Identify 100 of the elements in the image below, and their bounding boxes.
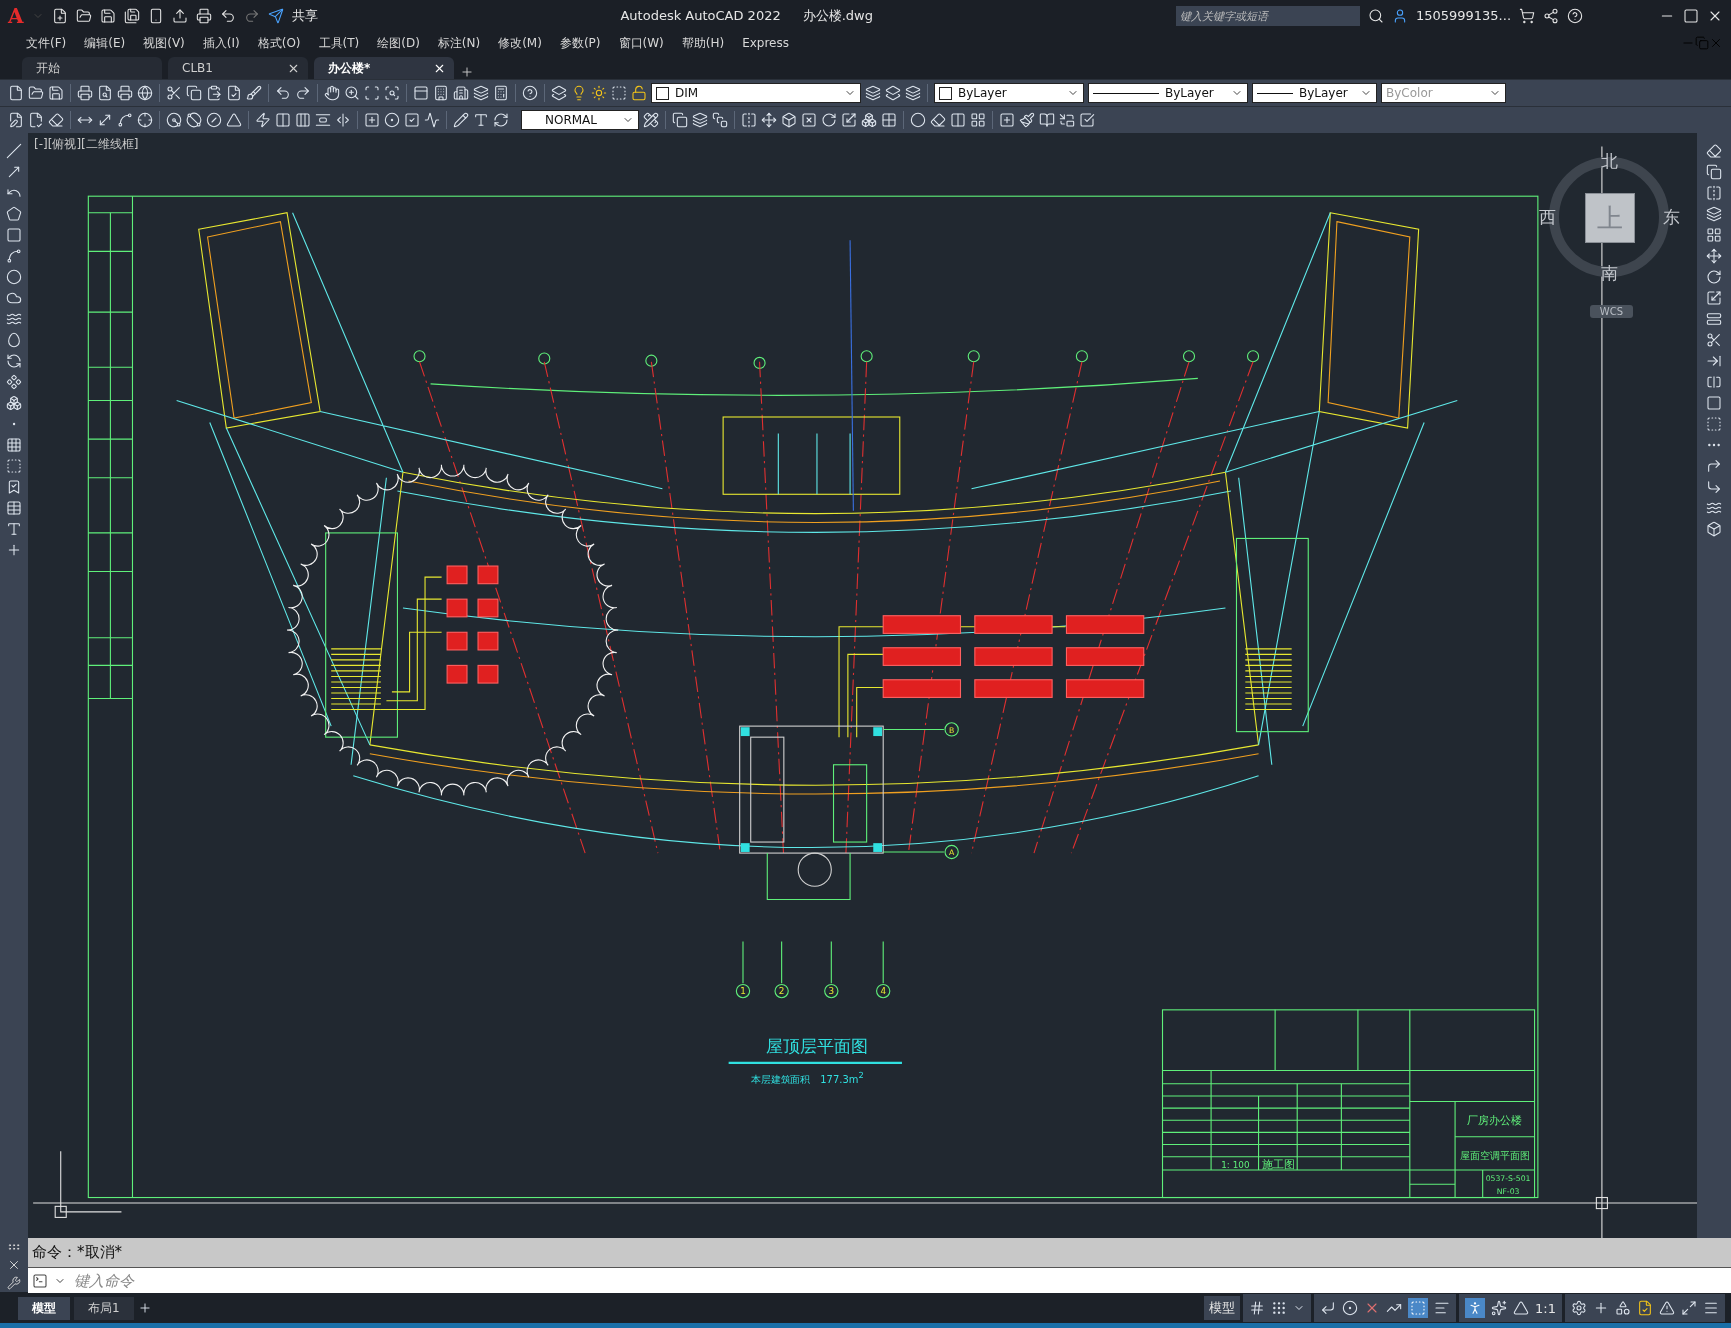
file-check-icon[interactable] [28, 112, 44, 128]
warning-icon[interactable] [1659, 1300, 1675, 1316]
sun-icon[interactable] [591, 85, 607, 101]
columns-icon[interactable] [950, 112, 966, 128]
menu-item[interactable]: 参数(P) [551, 34, 611, 52]
box-icon[interactable] [781, 112, 797, 128]
menu-item[interactable]: 文件(F) [18, 34, 77, 52]
undo-icon[interactable] [275, 85, 291, 101]
mirror-icon[interactable] [1706, 185, 1722, 201]
menu-item[interactable]: 工具(T) [310, 34, 370, 52]
file-edit-icon[interactable] [8, 112, 24, 128]
paste-icon[interactable] [206, 85, 222, 101]
radius-icon[interactable] [166, 112, 182, 128]
undo-icon[interactable] [219, 7, 236, 24]
hand-icon[interactable] [324, 85, 340, 101]
arc-icon[interactable] [6, 248, 22, 264]
cloud-icon[interactable] [6, 290, 22, 306]
panel-icon[interactable] [413, 85, 429, 101]
erase-icon[interactable] [1706, 143, 1722, 159]
property-dropdown[interactable]: ByLayer [1088, 83, 1248, 103]
edit-icon[interactable] [453, 112, 469, 128]
hatch-icon[interactable] [6, 437, 22, 453]
rotate-icon[interactable] [1706, 269, 1722, 285]
folder-icon[interactable] [75, 7, 92, 24]
property-dropdown[interactable]: ByLayer [934, 83, 1084, 103]
save-icon[interactable] [99, 7, 116, 24]
redo-icon[interactable] [295, 85, 311, 101]
array-icon[interactable] [1706, 227, 1722, 243]
book-icon[interactable] [1039, 112, 1055, 128]
grid-icon[interactable] [1249, 1300, 1266, 1316]
scissors-icon[interactable] [166, 85, 182, 101]
share-button[interactable]: 共享 [291, 6, 318, 25]
command-field[interactable]: 键入命令 [28, 1267, 1731, 1293]
eraser-icon[interactable] [930, 112, 946, 128]
layer-dropdown[interactable]: DIM [651, 83, 861, 103]
wrench-icon[interactable] [7, 1276, 21, 1290]
menu-icon[interactable] [1703, 1300, 1719, 1316]
eraser-icon[interactable] [48, 112, 64, 128]
angle-icon[interactable] [226, 112, 242, 128]
lightbulb-icon[interactable] [571, 85, 587, 101]
arc-length-icon[interactable] [117, 112, 133, 128]
zoom-icon[interactable] [344, 85, 360, 101]
menu-item[interactable]: Express [734, 36, 799, 50]
new-file-icon[interactable] [51, 7, 68, 24]
add-layout-icon[interactable] [137, 1301, 152, 1315]
connect-icon[interactable] [1543, 7, 1559, 24]
add-icon[interactable] [6, 542, 22, 558]
dimension-style-icon[interactable] [643, 112, 659, 128]
menu-item[interactable]: 格式(O) [249, 34, 311, 52]
file-check-icon[interactable] [1637, 1300, 1653, 1316]
brush-icon[interactable] [246, 85, 262, 101]
plus-icon[interactable] [1593, 1300, 1609, 1316]
printer-icon[interactable] [117, 85, 133, 101]
document-tab[interactable]: 办公楼* [314, 57, 454, 79]
printer-icon[interactable] [195, 7, 212, 24]
help-icon[interactable] [522, 85, 538, 101]
property-dropdown[interactable]: ByLayer [1252, 83, 1377, 103]
building-icon[interactable] [433, 85, 449, 101]
lock-icon[interactable] [631, 85, 647, 101]
brush-icon[interactable] [1019, 112, 1035, 128]
layout-tab[interactable]: 模型 [18, 1296, 70, 1320]
redo-icon[interactable] [243, 7, 260, 24]
layers-icon[interactable] [885, 85, 901, 101]
app-logo[interactable]: A [8, 3, 24, 28]
layers-icon[interactable] [551, 85, 567, 101]
cart-icon[interactable] [1519, 7, 1535, 24]
settings-icon[interactable] [1571, 1300, 1587, 1316]
grid-icon[interactable] [970, 112, 986, 128]
diameter-icon[interactable] [186, 112, 202, 128]
upload-icon[interactable] [171, 7, 188, 24]
copy-icon[interactable] [186, 85, 202, 101]
scale-icon[interactable] [841, 112, 857, 128]
aligned-dimension-icon[interactable] [97, 112, 113, 128]
copy-icon[interactable] [672, 112, 688, 128]
menu-item[interactable]: 插入(I) [194, 34, 250, 52]
check-icon[interactable] [1079, 112, 1095, 128]
save-icon[interactable] [48, 85, 64, 101]
layout-tab[interactable]: 布局1 [74, 1296, 134, 1320]
rectangle-icon[interactable] [6, 227, 22, 243]
delete-icon[interactable] [801, 112, 817, 128]
copy-icon[interactable] [1706, 164, 1722, 180]
calculator-icon[interactable] [493, 85, 509, 101]
printer-icon[interactable] [77, 85, 93, 101]
dimension-style-dropdown[interactable]: NORMAL [521, 110, 639, 130]
layers-icon[interactable] [692, 112, 708, 128]
stack-icon[interactable] [712, 112, 728, 128]
region-icon[interactable] [6, 458, 22, 474]
file-check-icon[interactable] [226, 85, 242, 101]
mirror-icon[interactable] [741, 112, 757, 128]
layers-icon[interactable] [865, 85, 881, 101]
help-icon[interactable] [1567, 7, 1583, 24]
boxes-icon[interactable] [861, 112, 877, 128]
lineweight-icon[interactable] [1434, 1300, 1451, 1316]
menu-item[interactable]: 编辑(E) [76, 34, 136, 52]
layers-icon[interactable] [473, 85, 489, 101]
curve-icon[interactable] [1706, 500, 1722, 516]
new-file-icon[interactable] [8, 85, 24, 101]
menu-item[interactable]: 修改(M) [490, 34, 552, 52]
ucs-menu[interactable]: WCS [1589, 305, 1633, 318]
viewport-label[interactable]: [-][俯视][二维线框] [34, 136, 139, 153]
